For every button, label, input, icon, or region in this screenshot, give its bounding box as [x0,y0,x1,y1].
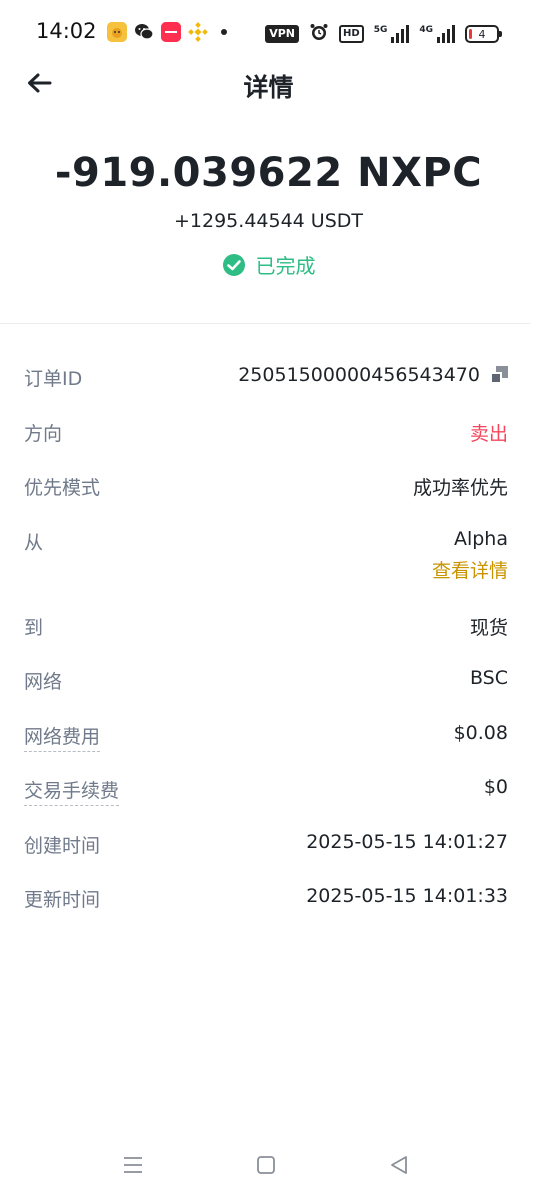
row-priority-mode: 优先模式 成功率优先 [24,459,508,514]
vpn-icon: VPN [265,25,300,43]
row-from: 从 Alpha 查看详情 [24,514,508,599]
game-app-icon [107,22,127,42]
network-fee-value: $0.08 [453,721,508,744]
signal-4g-icon: 4G [419,25,455,43]
notification-icons [107,22,227,42]
priority-mode-label: 优先模式 [24,477,101,499]
divider [0,323,530,324]
order-id-value-wrap: 250515000004565434​70 [238,350,508,386]
status-text: 已完成 [255,254,316,278]
xiaohongshu-icon [161,22,181,42]
direction-value: 卖出 [469,422,508,445]
transaction-summary: -919.039622 NXPC +1295.44544 USDT 已完成 [0,150,537,279]
nav-back-button[interactable] [384,1150,414,1180]
received-amount: +1295.44544 USDT [174,210,363,232]
status-time: 14:02 [36,19,97,43]
menu-icon [124,1157,142,1173]
row-direction: 方向 卖出 [24,405,508,460]
check-circle-icon [222,253,245,276]
row-network-fee: 网络费用 $0.08 [24,708,508,763]
created-time-value: 2025-05-15 14:01:27 [306,830,508,853]
sent-amount: -919.039622 NXPC [54,150,483,196]
view-details-link[interactable]: 查看详情 [432,556,508,583]
system-nav-bar [0,1150,537,1180]
details-list: 订单ID 250515000004565434​70 方向 卖出 优先模式 成功… [24,350,508,926]
updated-time-value: 2025-05-15 14:01:33 [306,885,508,907]
wechat-icon [134,22,154,42]
direction-label: 方向 [24,422,63,445]
home-square-icon [257,1156,275,1174]
order-id-label: 订单ID [24,368,83,390]
row-to: 到 现货 [24,599,508,654]
system-icons: VPN HD 5G 4G 4 [265,22,502,46]
row-network: 网络 BSC [24,653,508,708]
home-button[interactable] [251,1150,281,1180]
row-trade-fee: 交易手续费 $0 [24,762,508,817]
status-line: 已完成 [0,250,537,279]
binance-icon [188,22,208,42]
row-updated-time: 更新时间 2025-05-15 14:01:33 [24,871,508,926]
from-value: Alpha [453,527,508,550]
page-title: 详情 [243,73,294,102]
created-time-label: 创建时间 [24,834,101,857]
to-label: 到 [24,616,44,639]
menu-button[interactable] [118,1150,148,1180]
trade-fee-value: $0 [483,776,508,798]
row-created-time: 创建时间 2025-05-15 14:01:27 [24,817,508,872]
header: 详情 [0,60,537,106]
more-notifications-dot [221,29,227,35]
triangle-back-icon [391,1156,407,1174]
network-label: 网络 [24,671,63,693]
status-bar: 14:02 VPN HD 5G 4G 4 [0,0,537,64]
battery-icon: 4 [465,25,502,43]
alarm-icon [309,22,329,46]
from-label: 从 [24,531,44,554]
row-order-id: 订单ID 250515000004565434​70 [24,350,508,405]
network-value: BSC [469,667,508,689]
updated-time-label: 更新时间 [24,889,101,911]
signal-5g-icon: 5G [374,25,410,43]
from-value-stack: Alpha 查看详情 [432,514,508,583]
to-value: 现货 [469,616,508,639]
copy-icon[interactable] [490,366,508,384]
order-id-value: 250515000004565434​70 [238,364,480,386]
network-fee-label[interactable]: 网络费用 [24,708,101,752]
trade-fee-label[interactable]: 交易手续费 [24,762,120,806]
priority-mode-value: 成功率优先 [412,477,508,499]
hd-voice-icon: HD [339,25,364,43]
